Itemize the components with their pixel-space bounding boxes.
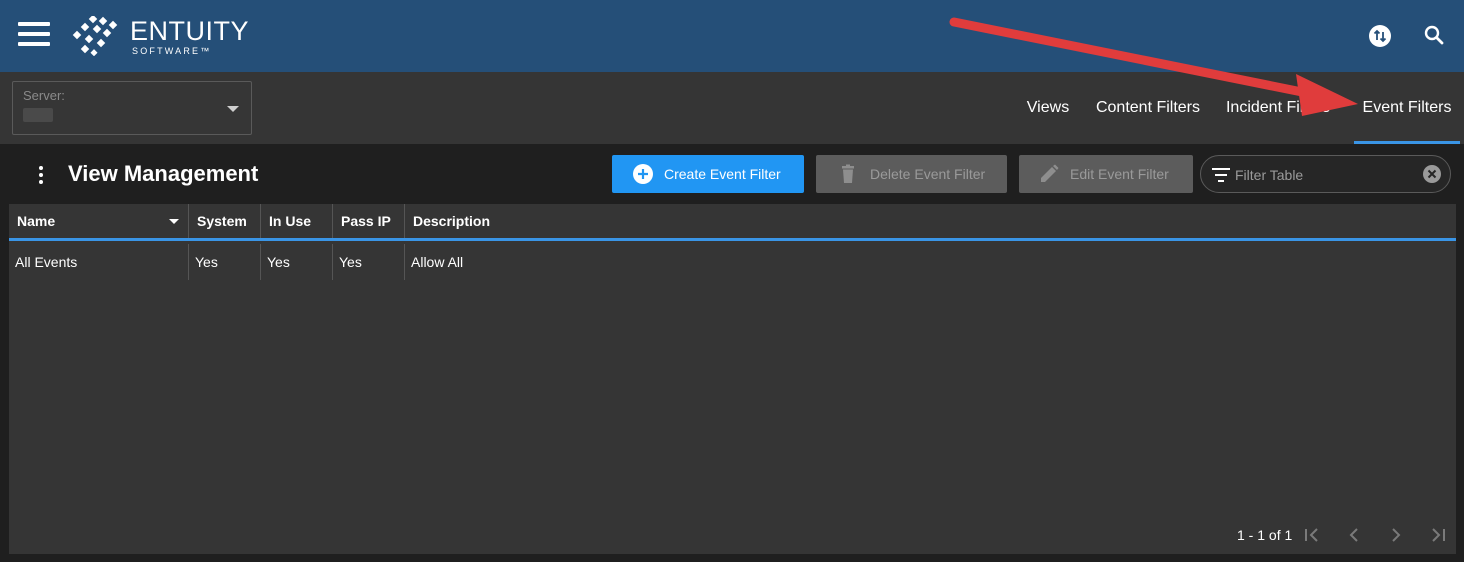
column-header-label: Name [17, 213, 56, 229]
cell-system: Yes [189, 244, 261, 280]
cell-description: Allow All [411, 254, 464, 270]
page-title: View Management [68, 161, 259, 186]
filter-table-input[interactable] [1235, 164, 1415, 186]
last-page-icon[interactable] [1429, 526, 1447, 544]
create-event-filter-label: Create Event Filter [664, 166, 781, 182]
sort-down-icon[interactable] [169, 219, 179, 224]
menu-icon[interactable] [18, 22, 50, 46]
server-value-redacted [23, 108, 53, 122]
edit-event-filter-label: Edit Event Filter [1070, 166, 1169, 182]
secondary-toolbar: Server: Views Content Filters Incident F… [0, 72, 1464, 144]
logo-text: ENTUITY [130, 16, 250, 46]
more-options-icon[interactable] [34, 166, 48, 184]
tab-incident-filters[interactable]: Incident Filters [1224, 72, 1332, 144]
server-select[interactable]: Server: [12, 81, 252, 135]
logo-mark-icon [72, 16, 118, 56]
event-filters-table: Name System In Use Pass IP Description A… [9, 204, 1456, 554]
filter-table-field[interactable] [1200, 155, 1451, 193]
column-header-pass-ip[interactable]: Pass IP [333, 204, 405, 238]
column-header-in-use[interactable]: In Use [261, 204, 333, 238]
first-page-icon[interactable] [1303, 526, 1321, 544]
bottom-strip [0, 554, 1464, 562]
tab-content-filters[interactable]: Content Filters [1090, 72, 1206, 144]
entuity-logo: ENTUITY SOFTWARE™ [72, 14, 249, 58]
pagination: 1 - 1 of 1 [1237, 524, 1457, 548]
filter-icon [1212, 168, 1230, 182]
tab-event-filters[interactable]: Event Filters [1354, 72, 1460, 144]
edit-event-filter-button[interactable]: Edit Event Filter [1019, 155, 1193, 193]
panel-header: View Management Create Event Filter Dele… [0, 144, 1464, 204]
trash-icon [842, 164, 854, 183]
pencil-icon [1041, 164, 1059, 182]
table-row[interactable]: All Events Yes Yes Yes Allow All [9, 244, 1456, 280]
tab-views[interactable]: Views [1018, 72, 1078, 144]
server-label: Server: [23, 88, 65, 103]
next-page-icon[interactable] [1387, 526, 1405, 544]
table-header: Name System In Use Pass IP Description [9, 204, 1456, 241]
search-icon[interactable] [1422, 23, 1446, 47]
chevron-down-icon [227, 106, 239, 112]
clear-icon[interactable] [1422, 164, 1442, 184]
logo-subtext: SOFTWARE™ [132, 46, 212, 56]
delete-event-filter-label: Delete Event Filter [870, 166, 986, 182]
cell-pass-ip: Yes [333, 244, 405, 280]
column-header-name[interactable]: Name [9, 204, 189, 238]
previous-page-icon[interactable] [1345, 526, 1363, 544]
sync-icon[interactable] [1368, 24, 1392, 48]
create-event-filter-button[interactable]: Create Event Filter [612, 155, 804, 193]
delete-event-filter-button[interactable]: Delete Event Filter [816, 155, 1007, 193]
cell-in-use: Yes [261, 244, 333, 280]
column-header-description[interactable]: Description [405, 204, 705, 238]
pagination-summary: 1 - 1 of 1 [1237, 527, 1293, 543]
column-header-system[interactable]: System [189, 204, 261, 238]
top-header: ENTUITY SOFTWARE™ [0, 0, 1464, 72]
cell-name: All Events [9, 244, 189, 280]
add-circle-icon [633, 164, 653, 184]
